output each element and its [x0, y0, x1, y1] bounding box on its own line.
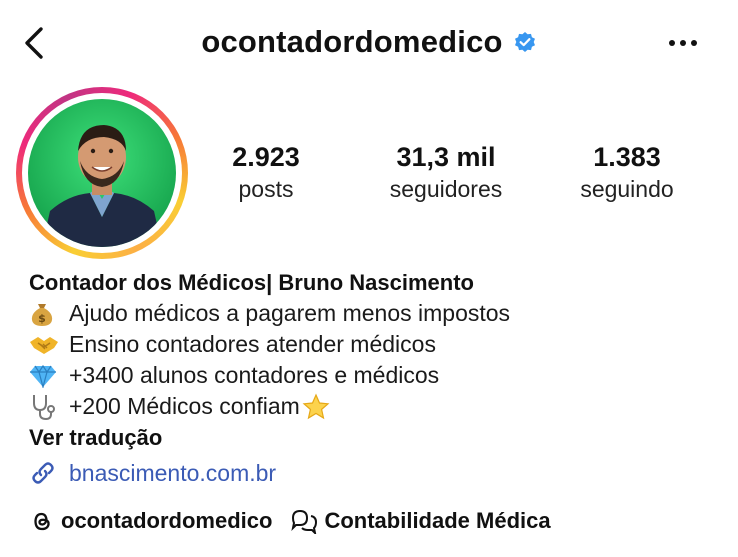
gem-icon [29, 362, 59, 390]
handshake-icon [29, 331, 59, 359]
profile-chips: ocontadordomedico Contabilidade Médica [29, 508, 551, 534]
avatar-photo [28, 99, 176, 247]
more-options-button[interactable] [664, 26, 702, 60]
category-label: Contabilidade Médica [324, 508, 551, 533]
bio-line: $ Ajudo médicos a pagarem menos impostos [29, 298, 719, 329]
threads-icon [34, 512, 50, 531]
bio-line-text: Ajudo médicos a pagarem menos impostos [69, 300, 511, 326]
following-count: 1.383 [593, 142, 661, 172]
stethoscope-icon [29, 393, 59, 421]
bio-line: Ensino contadores atender médicos [29, 329, 719, 360]
money-bag-icon: $ [29, 300, 59, 328]
posts-label: posts [238, 176, 294, 202]
star-icon [302, 393, 330, 421]
posts-count: 2.923 [232, 142, 300, 172]
website-link[interactable]: bnascimento.com.br [29, 456, 719, 490]
chat-bubbles-icon [291, 509, 318, 534]
stat-posts[interactable]: 2.923 posts [216, 140, 316, 204]
stat-following[interactable]: 1.383 seguindo [570, 140, 684, 204]
bio-line: +3400 alunos contadores e médicos [29, 360, 719, 391]
profile-name: Contador dos Médicos| Bruno Nascimento [29, 270, 474, 295]
more-horizontal-icon [669, 40, 697, 46]
website-url: bnascimento.com.br [69, 460, 277, 486]
username-title: ocontadordomedico [0, 24, 738, 60]
bio-line-text: +200 Médicos confiam [69, 393, 300, 419]
category-chip[interactable]: Contabilidade Médica [290, 508, 551, 534]
threads-chip[interactable]: ocontadordomedico [29, 508, 272, 534]
profile-header: ocontadordomedico [0, 0, 738, 90]
see-translation-link[interactable]: Ver tradução [29, 422, 719, 453]
bio-line-text: +3400 alunos contadores e médicos [69, 362, 440, 388]
bio-line: +200 Médicos confiam [29, 391, 719, 422]
profile-bio: Contador dos Médicos| Bruno Nascimento $… [29, 268, 719, 490]
verified-badge-icon [514, 32, 535, 52]
profile-avatar[interactable] [16, 87, 188, 259]
bio-line-text: Ensino contadores atender médicos [69, 331, 436, 357]
following-label: seguindo [580, 176, 674, 202]
followers-label: seguidores [389, 176, 503, 202]
svg-text:$: $ [38, 312, 46, 325]
followers-count: 31,3 mil [396, 142, 496, 172]
link-icon [29, 458, 59, 488]
username: ocontadordomedico [201, 24, 503, 59]
stat-followers[interactable]: 31,3 mil seguidores [380, 140, 512, 204]
threads-handle: ocontadordomedico [61, 508, 273, 533]
